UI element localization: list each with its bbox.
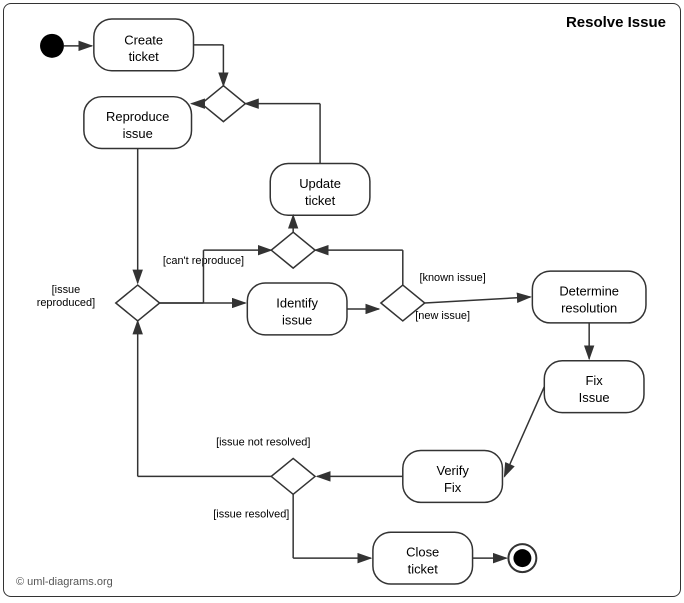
diamond-3 [116, 285, 160, 321]
arrow-fix-verify [504, 387, 544, 477]
verify-fix-label2: Fix [444, 480, 462, 495]
diagram-container: Resolve Issue © uml-diagrams.org Create … [3, 3, 681, 597]
identify-issue-label1: Identify [276, 295, 318, 310]
diamond-1 [201, 86, 245, 122]
label-issue-resolved: [issue resolved] [213, 508, 289, 520]
determine-resolution-label1: Determine [559, 283, 619, 298]
label-new-issue: [new issue] [415, 310, 470, 322]
close-ticket-label1: Close [406, 545, 439, 560]
close-ticket-label2: ticket [408, 562, 439, 577]
label-issue-not-resolved: [issue not resolved] [216, 437, 310, 449]
verify-fix-label1: Verify [436, 463, 469, 478]
label-issue-reproduced2: reproduced] [37, 297, 95, 309]
fix-issue-label2: Issue [579, 390, 610, 405]
identify-issue-label2: issue [282, 312, 312, 327]
fix-issue-label1: Fix [586, 373, 604, 388]
reproduce-issue-label2: issue [123, 126, 153, 141]
initial-node [40, 34, 64, 58]
final-node [513, 549, 531, 567]
reproduce-issue-label1: Reproduce [106, 109, 169, 124]
update-ticket-label1: Update [299, 176, 341, 191]
determine-resolution-label2: resolution [561, 300, 617, 315]
update-ticket-label2: ticket [305, 193, 336, 208]
label-issue-reproduced: [issue [52, 284, 81, 296]
diamond-5 [271, 458, 315, 494]
arrow-d4-determine [425, 297, 531, 303]
label-known-issue: [known issue] [419, 272, 485, 284]
create-ticket-label: Create [124, 32, 163, 47]
diamond-2 [271, 232, 315, 268]
create-ticket-label2: ticket [129, 49, 160, 64]
